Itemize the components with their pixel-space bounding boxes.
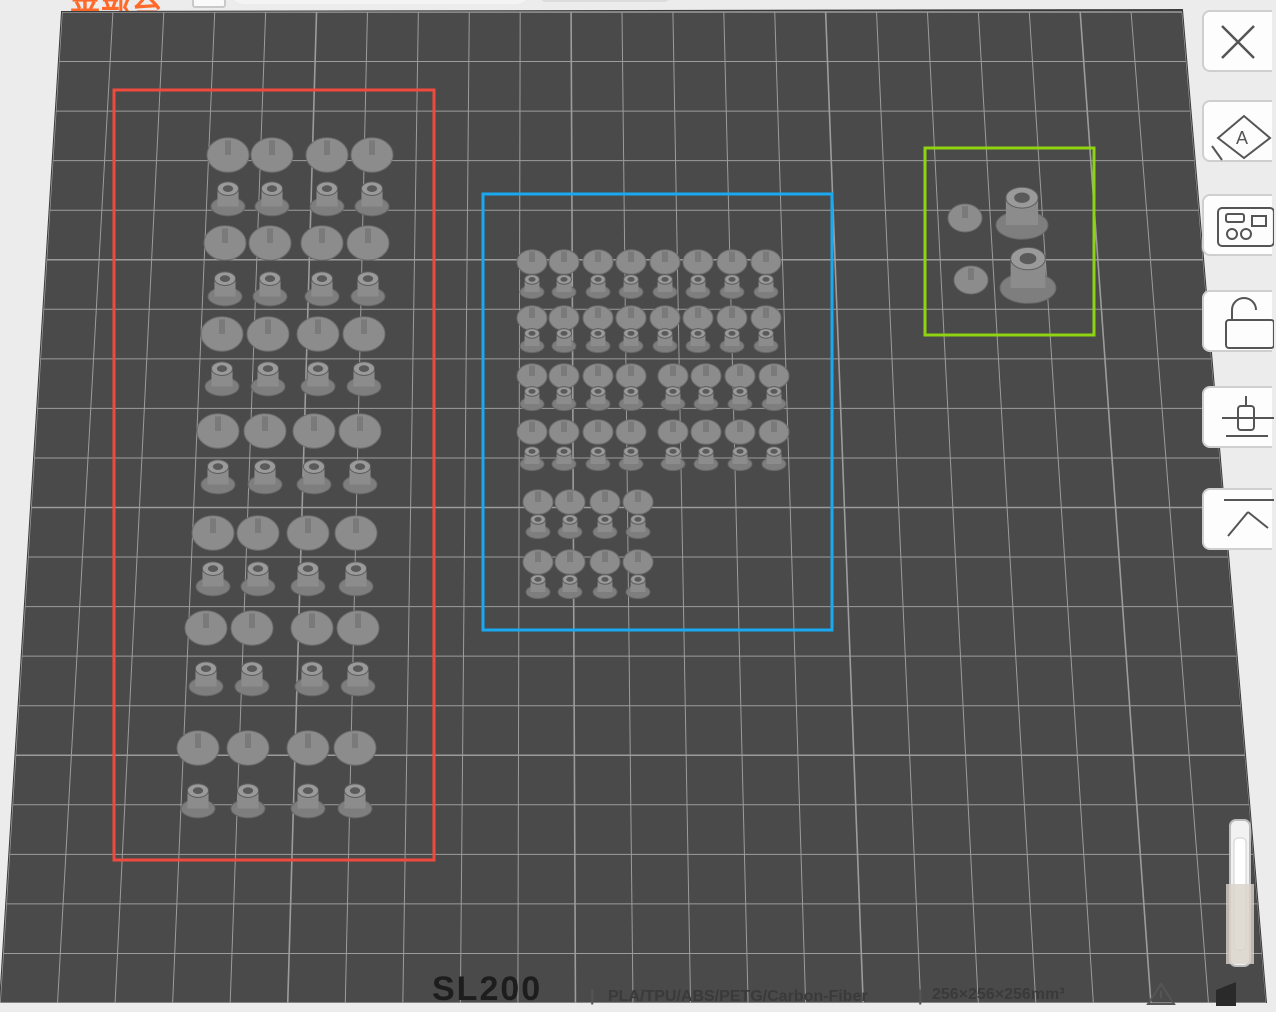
layer-button[interactable] [1202,488,1274,550]
corner-logo [1216,982,1236,1006]
part-flange [246,316,290,352]
part-flange [716,249,748,275]
part-flange [516,363,548,389]
part-flange [615,363,647,389]
part-flange [947,203,983,233]
part-flange [226,730,270,766]
part-flange [589,489,621,515]
part-flange [758,363,790,389]
part-flange [682,249,714,275]
zoom-slider[interactable] [1226,818,1254,968]
auto-orient-icon: A [1211,114,1272,161]
part-flange [750,249,782,275]
part-flange [516,249,548,275]
part-flange [953,265,989,295]
part-flange [649,249,681,275]
part-flange [200,316,244,352]
part-flange [615,419,647,445]
part-flange [758,419,790,445]
close-button[interactable] [1202,10,1272,72]
part-flange [522,489,554,515]
part-flange [196,413,240,449]
separator: | [918,988,923,1005]
part-flange [305,137,349,173]
part-flange [582,305,614,331]
part-flange [548,419,580,445]
part-flange [554,489,586,515]
part-flange [589,549,621,575]
part-flange [230,610,274,646]
part-flange [657,363,689,389]
part-flange [243,413,287,449]
part-flange [236,515,280,551]
warning-icon [1146,982,1176,1005]
part-flange [336,610,380,646]
part-flange [682,305,714,331]
part-flange [690,363,722,389]
part-flange [333,730,377,766]
part-flange [184,610,228,646]
part-flange [286,730,330,766]
part-flange [191,515,235,551]
part-flange [334,515,378,551]
part-flange [206,137,250,173]
build-plate-scene[interactable] [0,0,1276,1003]
part-flange [622,489,654,515]
part-flange [582,363,614,389]
split-icon [1222,396,1274,437]
part-flange [724,363,756,389]
build-volume: 256×256×256mm³ [932,986,1065,1003]
part-flange [248,225,292,261]
printer-info-bar: SL200 | PLA/TPU/ABS/PETG/Carbon-Fiber | … [410,970,1210,1012]
part-flange [582,419,614,445]
part-flange [296,316,340,352]
part-flange [342,316,386,352]
part-flange [516,419,548,445]
printer-model: SL200 [432,970,543,1008]
lock-button[interactable] [1202,290,1274,352]
filament-types: PLA/TPU/ABS/PETG/Carbon-Fiber [608,988,868,1005]
close-icon [1221,25,1255,59]
part-flange [286,515,330,551]
part-flange [548,249,580,275]
lock-icon [1225,297,1274,349]
arrange-icon [1217,207,1274,247]
part-flange [176,730,220,766]
part-flange [657,419,689,445]
part-flange [290,610,334,646]
part-flange [649,305,681,331]
part-flange [548,363,580,389]
part-flange [548,305,580,331]
part-flange [338,413,382,449]
part-flange [724,419,756,445]
part-flange [615,249,647,275]
layer-icon [1224,499,1274,537]
svg-text:A: A [1236,128,1248,148]
auto-orient-button[interactable]: A [1202,100,1272,162]
part-flange [622,549,654,575]
part-flange [582,249,614,275]
part-flange [203,225,247,261]
part-flange [300,225,344,261]
separator: | [590,988,595,1005]
part-flange [615,305,647,331]
part-flange [292,413,336,449]
part-flange [554,549,586,575]
arrange-button[interactable] [1202,194,1274,256]
part-flange [516,305,548,331]
part-flange [350,137,394,173]
part-flange [690,419,722,445]
part-flange [250,137,294,173]
part-flange [346,225,390,261]
split-button[interactable] [1202,386,1274,448]
part-flange [750,305,782,331]
part-flange [522,549,554,575]
part-flange [716,305,748,331]
